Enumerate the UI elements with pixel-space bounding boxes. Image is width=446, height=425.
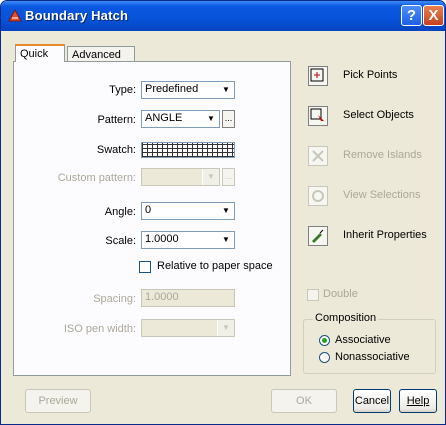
custom-pattern-browse-button[interactable]: ... [222, 168, 235, 186]
view-selections-icon [308, 186, 328, 206]
select-objects-icon [308, 106, 328, 126]
pattern-label: Pattern: [97, 114, 136, 126]
angle-select[interactable]: 0 ▼ [141, 202, 235, 220]
inherit-properties-label: Inherit Properties [343, 229, 427, 241]
angle-value: 0 [145, 204, 152, 216]
iso-pen-width-label: ISO pen width: [63, 323, 136, 335]
pick-points-icon [308, 66, 328, 86]
inherit-properties-action[interactable]: Inherit Properties [301, 223, 441, 249]
ok-button[interactable]: OK [271, 389, 337, 413]
nonassociative-label: Nonassociative [335, 351, 410, 363]
boundary-hatch-dialog: Boundary Hatch ? X Quick Advanced Type: … [0, 0, 446, 425]
close-button[interactable]: X [423, 5, 444, 26]
type-select[interactable]: Predefined ▼ [141, 81, 235, 99]
relative-paper-space-label: Relative to paper space [157, 260, 273, 272]
tab-quick-label: Quick [20, 48, 49, 60]
remove-islands-action[interactable]: Remove Islands [301, 143, 441, 169]
chevron-down-icon: ▼ [202, 111, 219, 127]
title-bar[interactable]: Boundary Hatch ? X [1, 1, 445, 31]
window-title: Boundary Hatch [25, 8, 129, 23]
view-selections-action[interactable]: View Selections [301, 183, 441, 209]
associative-label: Associative [335, 334, 391, 346]
custom-pattern-select[interactable]: ▼ [141, 168, 220, 186]
scale-value: 1.0000 [145, 233, 179, 245]
composition-group [303, 319, 436, 374]
chevron-down-icon: ▼ [217, 203, 234, 219]
help-title-button[interactable]: ? [401, 5, 422, 26]
iso-pen-width-select[interactable]: ▼ [141, 319, 235, 337]
inherit-properties-icon [308, 226, 328, 246]
help-button-label: Help [406, 395, 430, 407]
spacing-value: 1.0000 [145, 291, 179, 303]
select-objects-action[interactable]: Select Objects [301, 103, 441, 129]
relative-paper-space-checkbox[interactable] [139, 261, 151, 273]
chevron-down-icon: ▼ [202, 169, 219, 185]
type-value: Predefined [145, 83, 199, 95]
associative-radio[interactable] [319, 335, 330, 346]
composition-title: Composition [313, 312, 379, 324]
select-objects-label: Select Objects [343, 109, 414, 121]
help-button[interactable]: Help [399, 389, 437, 413]
pattern-select[interactable]: ANGLE ▼ [141, 110, 220, 128]
swatch-label: Swatch: [96, 144, 136, 156]
remove-islands-icon [308, 146, 328, 166]
double-checkbox[interactable] [307, 289, 319, 301]
scale-select[interactable]: 1.0000 ▼ [141, 231, 235, 249]
chevron-down-icon: ▼ [217, 82, 234, 98]
double-label: Double [323, 288, 358, 300]
nonassociative-radio[interactable] [319, 352, 330, 363]
chevron-down-icon: ▼ [217, 320, 234, 336]
spacing-label: Spacing: [93, 293, 136, 305]
pattern-browse-button[interactable]: ... [222, 110, 235, 128]
tab-advanced-label: Advanced [72, 49, 121, 61]
scale-label: Scale: [105, 235, 136, 247]
tab-quick[interactable]: Quick [15, 44, 65, 62]
spacing-input[interactable]: 1.0000 [141, 289, 235, 307]
view-selections-label: View Selections [343, 189, 421, 201]
remove-islands-label: Remove Islands [343, 149, 422, 161]
pick-points-action[interactable]: Pick Points [301, 63, 441, 89]
tab-advanced[interactable]: Advanced [67, 46, 135, 62]
pattern-value: ANGLE [145, 112, 183, 124]
custom-pattern-label: Custom pattern: [57, 172, 136, 184]
angle-label: Angle: [104, 206, 136, 218]
hatch-app-icon [8, 8, 22, 22]
chevron-down-icon: ▼ [217, 232, 234, 248]
pick-points-label: Pick Points [343, 69, 398, 81]
cancel-button[interactable]: Cancel [353, 389, 391, 413]
preview-button[interactable]: Preview [25, 389, 91, 413]
pattern-swatch[interactable] [141, 142, 235, 158]
type-label: Type: [109, 84, 136, 96]
